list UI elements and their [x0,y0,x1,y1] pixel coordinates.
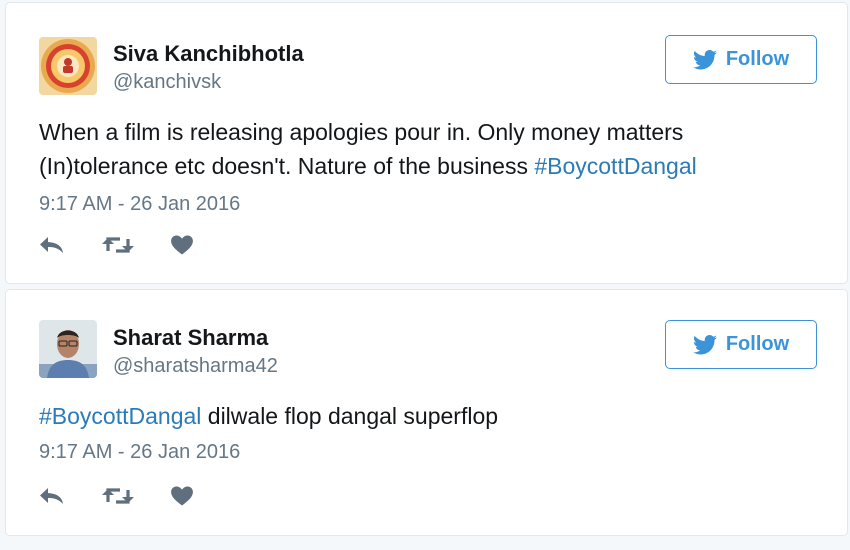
heart-icon[interactable] [171,486,193,506]
tweet-text: #BoycottDangal dilwale flop dangal super… [39,399,498,433]
tweet-card: Siva Kanchibhotla @kanchivsk Follow When… [5,2,848,284]
tweet-timestamp[interactable]: 9:17 AM - 26 Jan 2016 [39,193,240,216]
hashtag-link[interactable]: #BoycottDangal [39,403,201,429]
tweet-actions [39,486,193,506]
author-handle[interactable]: @kanchivsk [113,71,221,94]
author-handle[interactable]: @sharatsharma42 [113,355,278,378]
retweet-icon[interactable] [102,486,136,506]
reply-icon[interactable] [39,235,67,255]
author-name[interactable]: Sharat Sharma [113,325,268,351]
author-name[interactable]: Siva Kanchibhotla [113,41,304,67]
tweet-text-plain: (In)tolerance etc doesn't. Nature of the… [39,153,535,179]
follow-button[interactable]: Follow [665,320,817,369]
heart-icon[interactable] [171,235,193,255]
tweet-timestamp[interactable]: 9:17 AM - 26 Jan 2016 [39,441,240,464]
hashtag-link[interactable]: #BoycottDangal [534,153,696,179]
follow-label: Follow [725,333,790,355]
retweet-icon[interactable] [102,235,136,255]
twitter-bird-icon [692,49,717,70]
follow-button[interactable]: Follow [665,35,817,84]
avatar[interactable] [39,320,97,378]
tweet-text-line: (In)tolerance etc doesn't. Nature of the… [39,149,697,183]
tweet-card: Sharat Sharma @sharatsharma42 Follow #Bo… [5,289,848,536]
reply-icon[interactable] [39,486,67,506]
follow-label: Follow [725,48,790,70]
avatar[interactable] [39,37,97,95]
tweet-text-line: When a film is releasing apologies pour … [39,119,684,145]
tweet-actions [39,235,193,255]
twitter-bird-icon [692,334,717,355]
tweet-text: When a film is releasing apologies pour … [39,115,697,183]
tweet-text-plain: dilwale flop dangal superflop [201,403,499,429]
